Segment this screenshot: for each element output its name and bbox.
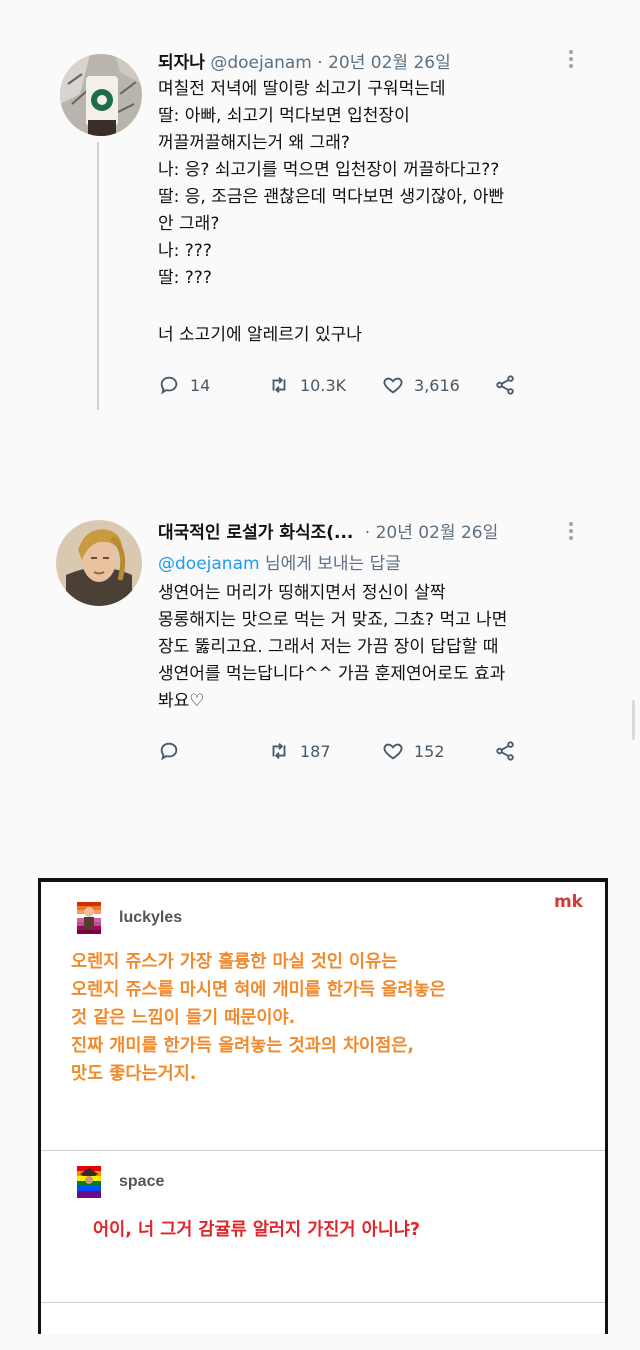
reply-icon (160, 742, 178, 761)
tweet-date[interactable]: · 20년 02월 26일 (365, 523, 498, 543)
post-line: 오렌지 쥬스가 가장 훌륭한 마실 것인 이유는 (71, 952, 398, 972)
tweet-line: 딸: 응, 조금은 괜찮은데 먹다보면 생기잖아, 아빤 (158, 187, 505, 207)
tweet-line: 생연어는 머리가 띵해지면서 정신이 살짝 (158, 583, 446, 603)
display-name[interactable]: 대국적인 로설가 화식조(... (158, 523, 353, 543)
reply-mention-link[interactable]: @doejanam (158, 554, 260, 574)
tweet-line: 나: ??? (158, 241, 212, 261)
more-options-icon[interactable] (564, 520, 578, 542)
post-divider (41, 1150, 605, 1151)
user-avatar[interactable] (77, 902, 101, 934)
share-button[interactable] (494, 374, 516, 396)
tweet-text: 며칠전 저녁에 딸이랑 쇠고기 구워먹는데 딸: 아빠, 쇠고기 먹다보면 입천… (158, 76, 578, 349)
tweet-line: 딸: ??? (158, 268, 212, 288)
display-name[interactable]: 되자나 (158, 53, 205, 73)
tweet-line: 봐요♡ (158, 691, 205, 711)
retweet-button[interactable]: 187 (268, 740, 331, 762)
tweet-date[interactable]: · 20년 02월 26일 (317, 53, 450, 73)
tweet-line: 생연어를 먹는답니다^^ 가끔 훈제연어로도 효과 (158, 664, 506, 684)
tweet-line: 안 그래? (158, 214, 220, 234)
retweet-button[interactable]: 10.3K (268, 374, 346, 396)
post-username[interactable]: space (119, 1173, 164, 1191)
like-count: 3,616 (414, 375, 460, 395)
heart-icon (383, 743, 403, 760)
avatar-doejanam[interactable] (60, 54, 142, 136)
reply-icon (160, 376, 178, 395)
like-button[interactable]: 3,616 (382, 374, 460, 396)
tweet-actions: 187 152 (158, 740, 538, 766)
like-count: 152 (414, 741, 445, 761)
post-text: 오렌지 쥬스가 가장 훌륭한 마실 것인 이유는 오렌지 쥬스를 마시면 혀에 … (71, 948, 446, 1088)
post-username[interactable]: luckyles (119, 909, 182, 927)
post-line: 오렌지 쥬스를 마시면 혀에 개미를 한가득 올려놓은 (71, 980, 446, 1000)
reply-context-label: 님에게 보내는 답글 (259, 554, 401, 574)
tweet-line: 꺼끌꺼끌해지는거 왜 그래? (158, 133, 350, 153)
reply-button[interactable] (158, 740, 190, 762)
tweet-line: 몽롱해지는 맛으로 먹는 거 맞죠, 그쵸? 먹고 나면 (158, 610, 508, 630)
share-button[interactable] (494, 740, 516, 762)
like-button[interactable]: 152 (382, 740, 445, 762)
post-line: 것 같은 느낌이 들기 때문이야. (71, 1008, 296, 1028)
scroll-edge (632, 700, 635, 740)
post-line: 진짜 개미를 한가득 올려놓는 것과의 차이점은, (71, 1036, 415, 1056)
post-header: luckyles (77, 902, 182, 934)
user-handle[interactable]: @doejanam (210, 53, 312, 73)
reply-button[interactable]: 14 (158, 374, 210, 396)
post-divider (41, 1302, 605, 1303)
post-text: 어이, 너 그거 감귤류 알러지 가진거 아니냐? (93, 1220, 421, 1240)
tweet-line: 딸: 아빠, 쇠고기 먹다보면 입천장이 (158, 106, 410, 126)
retweet-icon (272, 377, 286, 393)
retweet-count: 187 (300, 741, 331, 761)
retweet-count: 10.3K (300, 375, 347, 395)
thread-line (97, 142, 99, 410)
post-line: 맛도 좋다는거지. (71, 1064, 197, 1084)
tweet-line: 며칠전 저녁에 딸이랑 쇠고기 구워먹는데 (158, 79, 446, 99)
reply-context: @doejanam 님에게 보내는 답글 (158, 549, 401, 574)
avatar-hwasikjo[interactable] (56, 520, 142, 606)
reply-count: 14 (190, 375, 211, 395)
heart-icon (383, 377, 403, 394)
post-header: space (77, 1166, 164, 1198)
tweet-line: 장도 뚫리고요. 그래서 저는 가끔 장이 답답할 때 (158, 637, 499, 657)
tweet-line (158, 292, 578, 319)
share-icon (496, 375, 514, 395)
tweet-line: 너 소고기에 알레르기 있구나 (158, 325, 362, 345)
tweet-header: 되자나 @doejanam · 20년 02월 26일 (158, 48, 451, 73)
tweet-actions: 14 10.3K 3,616 (158, 374, 538, 400)
embedded-screenshot: mk luckyles 오렌지 쥬스가 가장 훌륭한 마실 것인 이유는 오렌지… (38, 878, 608, 1334)
tweet-header: 대국적인 로설가 화식조(... · 20년 02월 26일 (158, 518, 498, 543)
share-icon (496, 741, 514, 761)
watermark: mk (553, 892, 583, 912)
user-avatar[interactable] (77, 1166, 101, 1198)
retweet-icon (272, 743, 286, 759)
more-options-icon[interactable] (564, 48, 578, 70)
tweet-text: 생연어는 머리가 띵해지면서 정신이 살짝 몽롱해지는 맛으로 먹는 거 맞죠,… (158, 580, 588, 715)
tweet-line: 나: 응? 쇠고기를 먹으면 입천장이 꺼끌하다고?? (158, 160, 500, 180)
